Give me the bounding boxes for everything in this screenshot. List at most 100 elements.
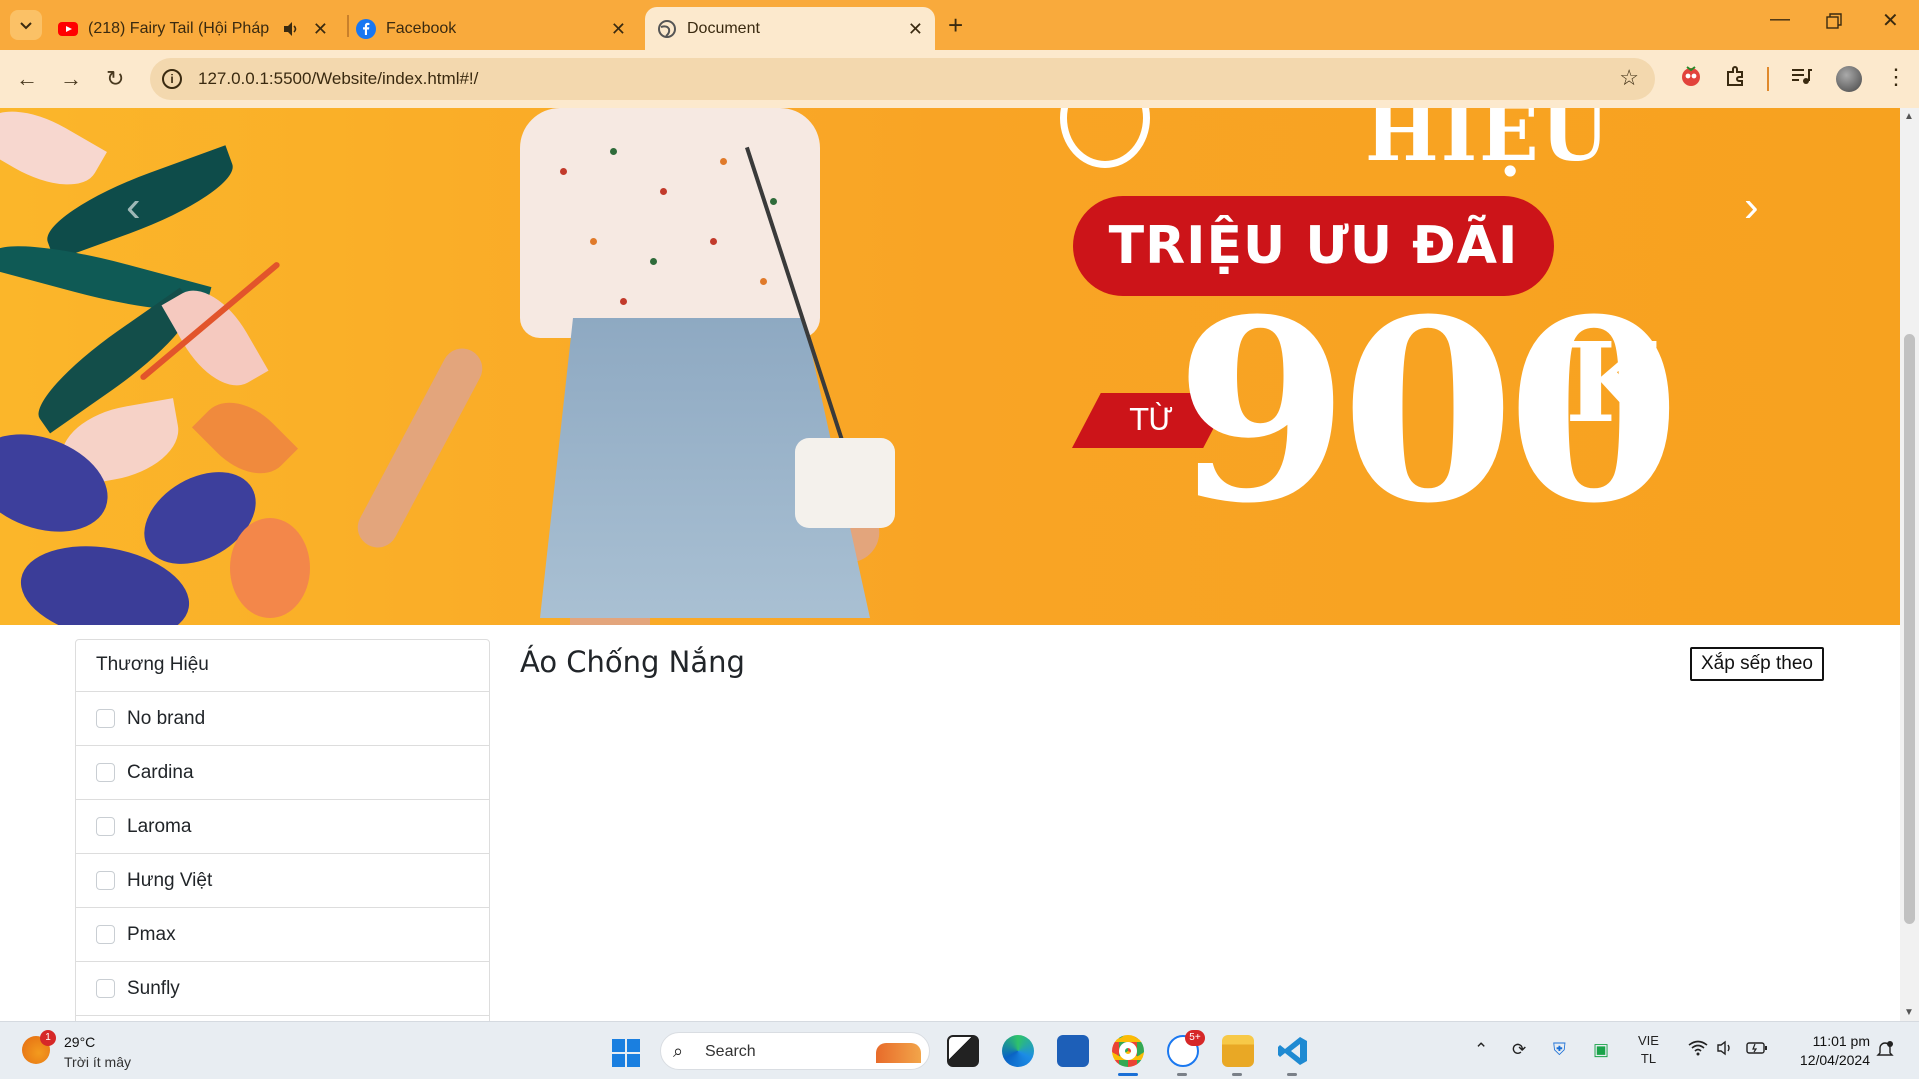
app-indicator [1177, 1073, 1187, 1076]
brand-label: Cardina [127, 761, 194, 783]
edge-icon[interactable] [1002, 1035, 1034, 1067]
extensions-puzzle-icon[interactable] [1724, 64, 1748, 94]
scroll-up-icon[interactable]: ▲ [1904, 111, 1914, 122]
weather-temp: 29°C [64, 1034, 96, 1050]
banner-headline-fragment: HIỆU [1365, 108, 1611, 179]
url-text[interactable]: 127.0.0.1:5500/Website/index.html#!/ [198, 69, 478, 89]
brand-filter-item[interactable]: Hưng Việt [76, 854, 489, 908]
facebook-icon [356, 18, 376, 39]
banner-price-unit: K [1565, 318, 1661, 447]
wifi-icon[interactable] [1688, 1040, 1708, 1061]
browser-toolbar: ← → ↻ i 127.0.0.1:5500/Website/index.htm… [0, 50, 1919, 108]
minimize-icon[interactable]: — [1770, 8, 1790, 31]
brand-filter-item[interactable]: No brand [76, 692, 489, 746]
profile-avatar[interactable] [1836, 66, 1862, 92]
tray-app-icon[interactable]: ▣ [1593, 1040, 1609, 1060]
speaker-icon [284, 22, 297, 36]
brand-label: Sunfly [127, 977, 180, 999]
close-window-icon[interactable]: ✕ [1882, 8, 1899, 33]
brand-filter-panel: Thương Hiệu No brand Cardina Laroma Hưng… [75, 639, 490, 1021]
volume-icon[interactable] [1716, 1040, 1734, 1061]
toolbar-divider [1767, 67, 1769, 91]
notification-badge: 1 [40, 1030, 56, 1046]
task-view-icon[interactable] [947, 1035, 979, 1067]
brand-filter-item[interactable]: Pmax [76, 908, 489, 962]
chevron-down-icon [20, 22, 32, 30]
brand-checkbox[interactable] [96, 979, 115, 998]
chrome-icon[interactable] [1112, 1035, 1144, 1067]
system-clock[interactable]: 11:01 pm 12/04/2024 [1780, 1032, 1870, 1070]
active-app-indicator [1118, 1073, 1138, 1076]
brand-checkbox[interactable] [96, 817, 115, 836]
brand-label: Hưng Việt [127, 869, 213, 891]
vscode-icon[interactable] [1277, 1035, 1309, 1067]
windows-taskbar: 1 29°C Trời ít mây ⌕ Search 5+ ⌃ ⟳ ⛨ ▣ V… [0, 1021, 1919, 1079]
reload-icon[interactable]: ↻ [106, 66, 124, 92]
tab-title: Document [687, 19, 760, 37]
forward-icon[interactable]: → [60, 66, 82, 92]
brand-label: No brand [127, 707, 206, 729]
tab-title: (218) Fairy Tail (Hội Pháp Sư [88, 19, 273, 37]
close-tab-icon[interactable]: ✕ [908, 19, 923, 40]
search-highlight-icon [876, 1043, 921, 1063]
carousel-prev-icon[interactable]: ‹ [126, 182, 141, 232]
app-indicator [1287, 1073, 1297, 1076]
page-scrollbar[interactable]: ▲ ▼ [1900, 108, 1919, 1021]
site-info-icon[interactable]: i [162, 69, 182, 89]
brand-checkbox[interactable] [96, 709, 115, 728]
model-floral-top [520, 108, 820, 338]
scroll-thumb[interactable] [1904, 334, 1915, 924]
search-placeholder: Search [705, 1043, 756, 1060]
bookmark-star-icon[interactable]: ☆ [1619, 65, 1639, 91]
address-bar[interactable]: i 127.0.0.1:5500/Website/index.html#!/ ☆ [150, 58, 1655, 100]
back-icon[interactable]: ← [16, 66, 38, 92]
sort-button[interactable]: Xắp sếp theo [1690, 647, 1824, 681]
carousel-next-icon[interactable]: › [1744, 182, 1759, 232]
close-tab-icon[interactable]: ✕ [611, 19, 626, 40]
brand-filter-item[interactable]: Sunfly [76, 962, 489, 1016]
battery-icon[interactable] [1746, 1040, 1768, 1060]
zalo-badge: 5+ [1185, 1030, 1205, 1046]
new-tab-icon[interactable]: + [948, 10, 963, 41]
security-shield-icon[interactable]: ⛨ [1553, 1040, 1566, 1060]
restore-icon[interactable] [1826, 12, 1842, 35]
tab-search-button[interactable] [10, 10, 42, 40]
decor-ring [1060, 108, 1150, 168]
tab-document[interactable]: Document ✕ [645, 7, 935, 50]
model-handbag [795, 438, 895, 528]
tab-facebook[interactable]: Facebook ✕ [356, 7, 638, 50]
brand-filter-item[interactable]: Laroma [76, 800, 489, 854]
brand-label: Pmax [127, 923, 176, 945]
search-icon: ⌕ [673, 1041, 684, 1061]
globe-icon [658, 19, 676, 38]
extension-tomato-icon[interactable] [1679, 62, 1703, 94]
weather-condition: Trời ít mây [64, 1054, 131, 1070]
page-viewport: HIỆU TRIỆU ƯU ĐÃI TỪ 900 K ‹ › Thương Hi… [0, 108, 1900, 1021]
brand-checkbox[interactable] [96, 763, 115, 782]
clock-time: 11:01 pm [1812, 1033, 1870, 1049]
input-language[interactable]: VIE TL [1638, 1032, 1659, 1068]
taskbar-search[interactable]: ⌕ Search [660, 1032, 930, 1070]
browser-tab-bar: (218) Fairy Tail (Hội Pháp Sư ✕ Facebook… [0, 0, 1919, 50]
media-control-icon[interactable] [1789, 64, 1813, 94]
brand-checkbox[interactable] [96, 925, 115, 944]
clock-date: 12/04/2024 [1799, 1052, 1870, 1068]
promo-banner-carousel: HIỆU TRIỆU ƯU ĐÃI TỪ 900 K ‹ › [0, 108, 1900, 625]
lang-secondary: TL [1640, 1051, 1657, 1066]
tray-overflow-icon[interactable]: ⌃ [1474, 1040, 1488, 1060]
tab-title: Facebook [386, 19, 457, 37]
brand-checkbox[interactable] [96, 871, 115, 890]
tab-youtube[interactable]: (218) Fairy Tail (Hội Pháp Sư ✕ [58, 7, 340, 50]
brand-filter-item[interactable]: Cardina [76, 746, 489, 800]
sync-icon[interactable]: ⟳ [1512, 1040, 1526, 1060]
lang-primary: VIE [1638, 1033, 1659, 1048]
tab-separator [347, 15, 349, 37]
app-indicator [1232, 1073, 1242, 1076]
file-explorer-icon[interactable] [1222, 1035, 1254, 1067]
more-menu-icon[interactable]: ⋮ [1885, 64, 1907, 90]
windows-start-icon[interactable] [612, 1039, 640, 1067]
close-tab-icon[interactable]: ✕ [313, 19, 328, 40]
scroll-down-icon[interactable]: ▼ [1904, 1007, 1914, 1018]
store-icon[interactable] [1057, 1035, 1089, 1067]
notifications-bell-icon[interactable] [1876, 1040, 1894, 1063]
